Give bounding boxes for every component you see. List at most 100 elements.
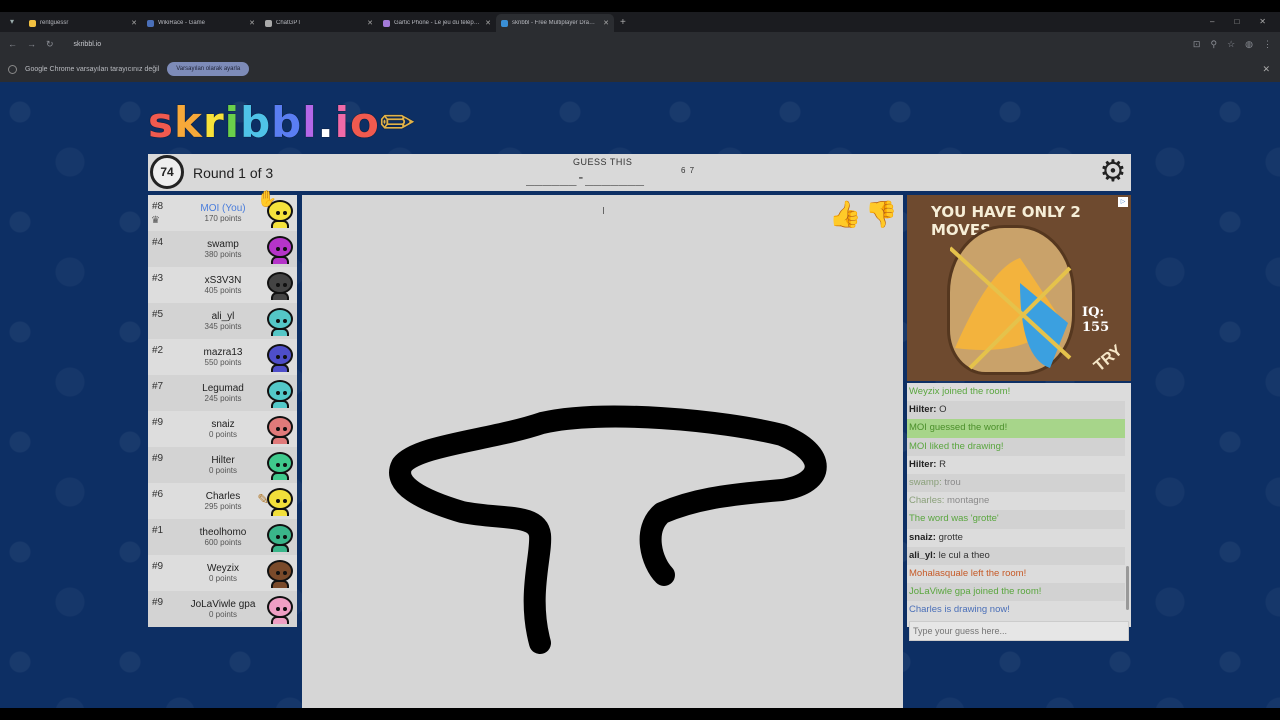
player-row[interactable]: #8 ♛ MOI (You) 170 points ✋	[148, 191, 297, 231]
drawing-canvas[interactable]: 👍 👎	[302, 195, 903, 720]
guess-input[interactable]	[909, 621, 1129, 641]
player-row[interactable]: #5 ali_yl 345 points	[148, 303, 297, 339]
player-avatar	[265, 522, 295, 552]
bookmark-star-icon[interactable]: ☆	[1227, 39, 1235, 50]
chat-message: Charles: montagne	[907, 492, 1125, 510]
chat-message: MOI guessed the word!	[907, 419, 1125, 438]
ad-try[interactable]: TRY	[1091, 342, 1127, 376]
set-default-button[interactable]: Varsayılan olarak ayarla	[167, 62, 250, 76]
browser-tab[interactable]: ChatGPT ✕	[260, 14, 378, 32]
player-row[interactable]: #9 JoLaViwle gpa 0 points	[148, 591, 297, 627]
player-avatar	[265, 486, 295, 516]
chat-author: Hilter:	[909, 458, 937, 470]
browser-tab[interactable]: WikiRace - Game ✕	[142, 14, 260, 32]
chat-scrollbar[interactable]	[1126, 566, 1129, 610]
player-name: theolhomo	[199, 527, 247, 538]
player-name: xS3V3N	[204, 275, 242, 286]
player-avatar	[265, 414, 295, 444]
new-tab-icon[interactable]: +	[620, 17, 626, 28]
tab-close-icon[interactable]: ✕	[367, 19, 373, 27]
player-name: Weyzix	[206, 563, 240, 574]
reload-icon[interactable]: ↻	[46, 39, 54, 50]
player-row[interactable]: #7 Legumad 245 points	[148, 375, 297, 411]
translate-icon[interactable]: ⊡	[1193, 39, 1201, 50]
zoom-icon[interactable]: ⚲	[1210, 39, 1217, 50]
back-icon[interactable]: ←	[8, 39, 17, 49]
ad-choices-icon[interactable]: ▷	[1118, 197, 1128, 207]
chat-text: R	[939, 458, 946, 470]
tab-close-icon[interactable]: ✕	[485, 19, 491, 27]
pencil-icon: ✎	[257, 491, 269, 507]
tab-title: skribbl - Free Multiplayer Drawing	[512, 20, 600, 26]
chat-message: The word was 'grotte'	[907, 510, 1125, 529]
player-name: swamp	[207, 239, 239, 250]
chat-text: grotte	[938, 531, 963, 543]
crown-icon: ♛	[151, 215, 160, 226]
infobar-close-icon[interactable]: ✕	[1262, 64, 1270, 75]
player-row[interactable]: #4 swamp 380 points	[148, 231, 297, 267]
skribbl-page: skribbl.io✏ 74 Round 1 of 3 GUESS THIS _…	[0, 82, 1280, 720]
player-avatar	[265, 270, 295, 300]
guess-label: GUESS THIS	[573, 157, 633, 167]
player-points: 245 points	[204, 394, 242, 403]
chat-message: Charles is drawing now!	[909, 604, 1010, 616]
settings-gear-icon[interactable]: ⚙	[1097, 156, 1129, 188]
player-row[interactable]: #9 Weyzix 0 points	[148, 555, 297, 591]
player-rank: #9	[152, 453, 164, 464]
player-name: Legumad	[202, 383, 244, 394]
chat-author: Hilter:	[909, 404, 937, 416]
player-avatar	[265, 594, 295, 624]
player-rank: #1	[152, 525, 164, 536]
player-points: 600 points	[204, 538, 242, 547]
player-avatar	[265, 378, 295, 408]
maximize-icon[interactable]: □	[1234, 12, 1239, 32]
address-bar[interactable]: skribbl.io	[74, 41, 102, 48]
player-rank: #9	[152, 561, 164, 572]
tab-close-icon[interactable]: ✕	[249, 19, 255, 27]
player-row[interactable]: #3 xS3V3N 405 points	[148, 267, 297, 303]
chat-text: montagne	[947, 495, 990, 507]
player-row[interactable]: #1 theolhomo 600 points	[148, 519, 297, 555]
player-rank: #9	[152, 417, 164, 428]
player-avatar	[265, 558, 295, 588]
browser-tab[interactable]: skribbl - Free Multiplayer Drawing ✕	[496, 14, 614, 32]
tab-title: Gartic Phone - Le jeu du téléphone	[394, 20, 482, 26]
player-avatar	[265, 306, 295, 336]
chat-message: Weyzix joined the room!	[909, 386, 1011, 397]
player-name: mazra13	[203, 347, 243, 358]
profile-icon[interactable]: ◍	[1245, 39, 1253, 50]
tab-search-icon[interactable]: ▾	[4, 15, 20, 29]
browser-tab[interactable]: rentguessr ✕	[24, 14, 142, 32]
minimize-icon[interactable]: –	[1210, 12, 1214, 32]
tab-close-icon[interactable]: ✕	[131, 19, 137, 27]
chat-message: swamp: trou	[907, 473, 1125, 493]
chat-messages: Weyzix joined the room! Hilter: O MOI gues…	[907, 383, 1125, 619]
chrome-info-icon	[8, 64, 17, 74]
thumbs-up-icon[interactable]: 👍	[829, 199, 861, 230]
screen-bottom-bar	[0, 708, 1280, 720]
player-rank: #8	[152, 201, 164, 212]
forward-icon[interactable]: →	[27, 39, 36, 49]
player-row[interactable]: #9 Hilter 0 points	[148, 447, 297, 483]
player-points: 345 points	[204, 322, 242, 331]
chat-panel: Weyzix joined the room! Hilter: O MOI gues…	[907, 383, 1131, 641]
player-row[interactable]: #6 Charles 295 points ✎	[148, 483, 297, 519]
ad-head-illustration	[947, 225, 1075, 375]
chat-message: MOI liked the drawing!	[907, 437, 1125, 456]
tab-close-icon[interactable]: ✕	[603, 19, 609, 27]
tab-favicon-icon	[501, 19, 508, 27]
player-row[interactable]: #9 snaiz 0 points	[148, 411, 297, 447]
thumbs-down-icon[interactable]: 👎	[865, 199, 897, 230]
skribbl-logo: skribbl.io✏	[148, 98, 417, 147]
browser-menu-icon[interactable]: ⋮	[1263, 39, 1272, 50]
chat-message: Hilter: O	[907, 401, 1125, 420]
player-points: 380 points	[204, 250, 242, 259]
chat-message: Hilter: R	[907, 456, 1125, 474]
window-close-icon[interactable]: ✕	[1259, 12, 1266, 32]
advertisement[interactable]: YOU HAVE ONLY 2 MOVES IQ: 155 TRY ▷	[907, 195, 1131, 381]
player-row[interactable]: #2 mazra13 550 points	[148, 339, 297, 375]
player-avatar	[265, 342, 295, 372]
player-name: ali_yl	[211, 311, 235, 322]
player-name: JoLaViwle gpa	[190, 599, 256, 610]
browser-tab[interactable]: Gartic Phone - Le jeu du téléphone ✕	[378, 14, 496, 32]
